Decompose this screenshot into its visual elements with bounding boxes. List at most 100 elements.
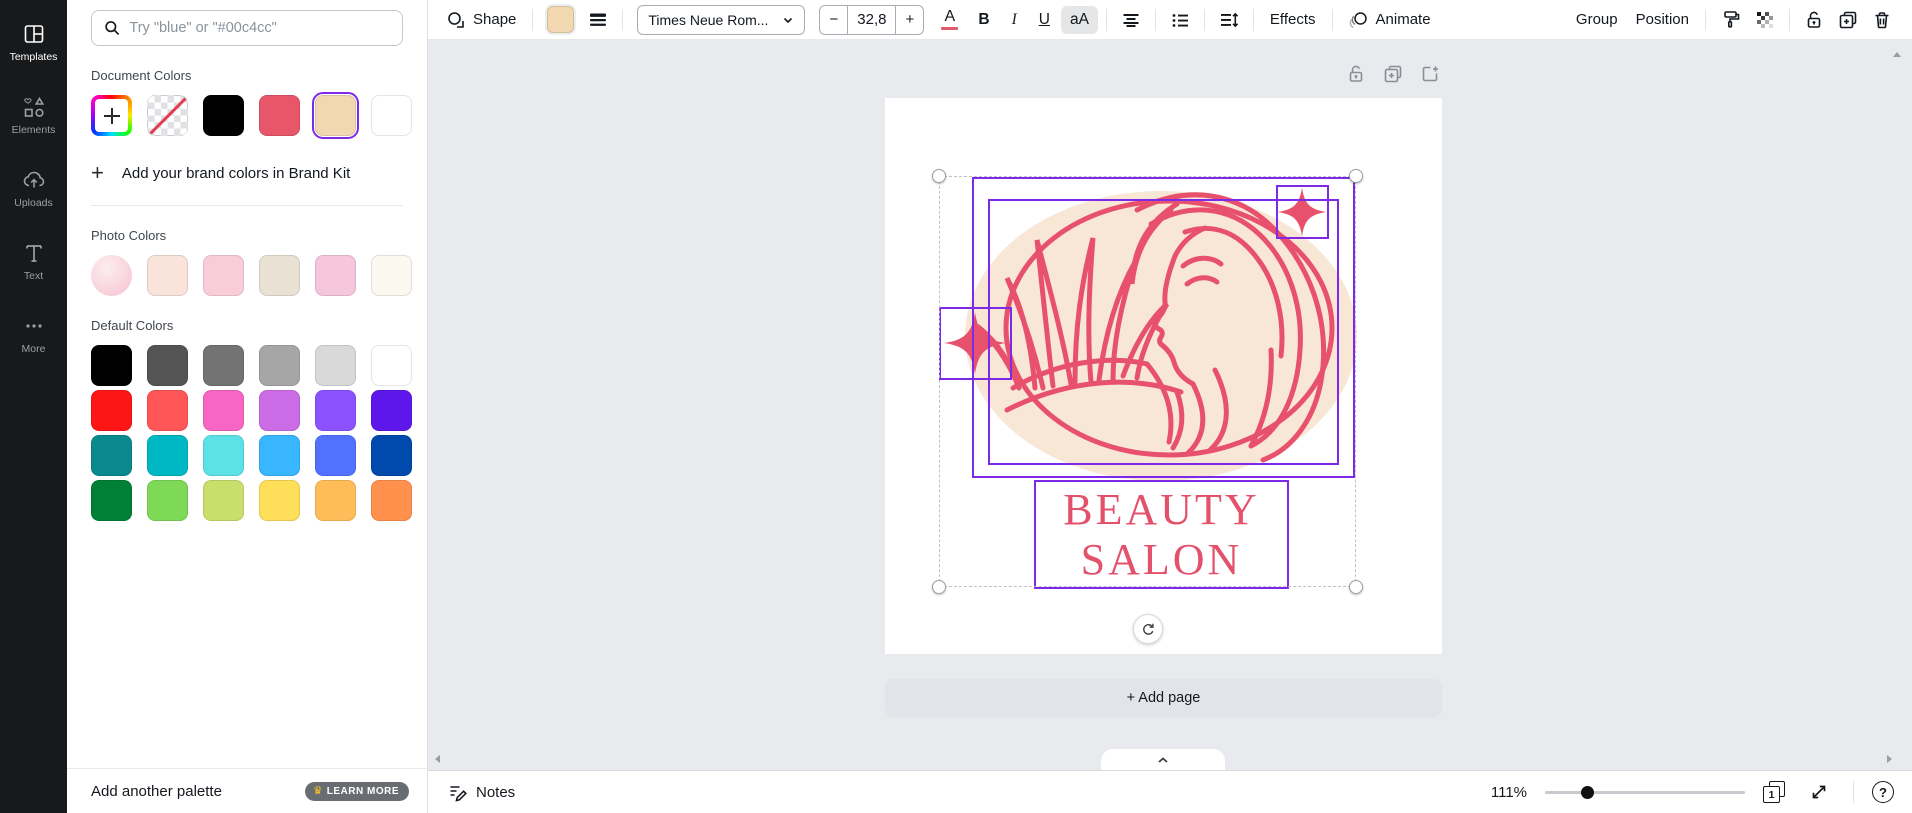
- add-page-button[interactable]: + Add page: [885, 679, 1442, 717]
- text-align-button[interactable]: [1115, 4, 1147, 36]
- resize-handle-bottom-right[interactable]: [1349, 580, 1363, 594]
- color-swatch[interactable]: [91, 435, 132, 476]
- border-style-button[interactable]: [582, 4, 614, 36]
- add-color-button[interactable]: [91, 95, 132, 136]
- color-swatch[interactable]: [259, 255, 300, 296]
- color-swatch[interactable]: [91, 480, 132, 521]
- notes-button[interactable]: Notes: [448, 783, 515, 802]
- lock-page-button[interactable]: [1346, 64, 1366, 84]
- copy-style-button[interactable]: [1714, 3, 1747, 36]
- color-swatch[interactable]: [147, 255, 188, 296]
- color-swatch[interactable]: [147, 345, 188, 386]
- color-swatch[interactable]: [259, 480, 300, 521]
- font-size-increase[interactable]: +: [895, 6, 923, 34]
- sparkle-element-top-right[interactable]: [1276, 186, 1328, 238]
- zoom-slider[interactable]: [1545, 785, 1745, 799]
- canvas-stage[interactable]: BEAUTY SALON + Add page: [428, 40, 1912, 770]
- color-swatch[interactable]: [203, 345, 244, 386]
- italic-button[interactable]: I: [1001, 6, 1028, 34]
- logo-text-element[interactable]: BEAUTY SALON: [1034, 480, 1289, 589]
- font-size-decrease[interactable]: −: [820, 6, 848, 34]
- color-swatch[interactable]: [371, 390, 412, 431]
- color-swatch[interactable]: [315, 480, 356, 521]
- learn-more-badge[interactable]: ♛ LEARN MORE: [305, 782, 409, 801]
- color-swatch[interactable]: [259, 345, 300, 386]
- color-swatch[interactable]: [203, 255, 244, 296]
- color-swatch[interactable]: [315, 390, 356, 431]
- color-swatch[interactable]: [147, 390, 188, 431]
- bold-button[interactable]: B: [969, 6, 998, 34]
- color-swatch[interactable]: [259, 95, 300, 136]
- divider: [532, 9, 533, 31]
- color-swatch[interactable]: [259, 435, 300, 476]
- scroll-left-arrow[interactable]: [433, 754, 441, 764]
- text-case-button[interactable]: aA: [1061, 6, 1098, 34]
- color-swatch[interactable]: [371, 255, 412, 296]
- color-swatch[interactable]: [315, 95, 356, 136]
- color-swatch[interactable]: [315, 345, 356, 386]
- color-swatch[interactable]: [371, 480, 412, 521]
- help-button[interactable]: ?: [1872, 781, 1894, 803]
- shape-button[interactable]: Shape: [438, 4, 524, 36]
- color-swatch[interactable]: [315, 255, 356, 296]
- scroll-right-arrow[interactable]: [1886, 754, 1894, 764]
- divider: [1253, 9, 1254, 31]
- color-swatch[interactable]: [203, 390, 244, 431]
- color-swatch[interactable]: [259, 390, 300, 431]
- scroll-up-arrow[interactable]: [1892, 50, 1902, 58]
- bullet-list-button[interactable]: [1164, 4, 1196, 36]
- add-another-palette[interactable]: Add another palette: [91, 783, 222, 800]
- text-color-button[interactable]: A: [932, 5, 967, 35]
- color-search[interactable]: [91, 10, 403, 46]
- color-swatch[interactable]: [315, 435, 356, 476]
- zoom-slider-thumb[interactable]: [1581, 786, 1594, 799]
- page-indicator[interactable]: 1: [1763, 781, 1785, 803]
- expand-panel-notch[interactable]: [1101, 749, 1225, 770]
- resize-handle-top-left[interactable]: [932, 169, 946, 183]
- rotate-icon: [1141, 622, 1156, 637]
- sidebar-item-uploads[interactable]: Uploads: [0, 152, 67, 225]
- divider: [622, 9, 623, 31]
- color-swatch[interactable]: [147, 435, 188, 476]
- color-swatch[interactable]: [203, 435, 244, 476]
- line-spacing-button[interactable]: [1213, 4, 1245, 36]
- duplicate-button[interactable]: [1832, 4, 1864, 36]
- sidebar-item-text[interactable]: Text: [0, 225, 67, 298]
- color-swatch[interactable]: [203, 480, 244, 521]
- animate-button[interactable]: Animate: [1341, 4, 1439, 36]
- color-swatch[interactable]: [147, 480, 188, 521]
- brand-kit-link[interactable]: + Add your brand colors in Brand Kit: [91, 162, 403, 184]
- shape-icon: [446, 10, 466, 30]
- page-number: 1: [1763, 786, 1780, 803]
- color-swatch[interactable]: [371, 435, 412, 476]
- no-color-swatch[interactable]: [147, 95, 188, 136]
- transparency-button[interactable]: [1749, 4, 1781, 36]
- sparkle-element-left[interactable]: [942, 310, 1008, 376]
- underline-button[interactable]: U: [1030, 6, 1059, 34]
- photo-color-swatch[interactable]: [91, 255, 132, 296]
- fullscreen-button[interactable]: [1803, 776, 1835, 808]
- position-button[interactable]: Position: [1628, 5, 1697, 34]
- sidebar-item-templates[interactable]: Templates: [0, 6, 67, 79]
- color-swatch[interactable]: [371, 95, 412, 136]
- color-swatch[interactable]: [91, 345, 132, 386]
- group-button[interactable]: Group: [1568, 5, 1626, 34]
- font-family-select[interactable]: Times Neue Rom...: [637, 5, 805, 35]
- sidebar-item-label: Uploads: [14, 197, 53, 209]
- delete-button[interactable]: [1866, 4, 1898, 36]
- fill-color-swatch[interactable]: [547, 6, 574, 33]
- resize-handle-top-right[interactable]: [1349, 169, 1363, 183]
- sidebar-item-more[interactable]: More: [0, 298, 67, 371]
- sidebar-item-elements[interactable]: Elements: [0, 79, 67, 152]
- effects-button[interactable]: Effects: [1262, 5, 1324, 34]
- add-page-icon-button[interactable]: [1420, 64, 1440, 84]
- color-swatch[interactable]: [371, 345, 412, 386]
- rotate-handle[interactable]: [1133, 614, 1163, 644]
- color-search-input[interactable]: [129, 20, 390, 36]
- resize-handle-bottom-left[interactable]: [932, 580, 946, 594]
- color-swatch[interactable]: [91, 390, 132, 431]
- lock-button[interactable]: [1798, 4, 1830, 36]
- font-size-value[interactable]: 32,8: [848, 6, 895, 34]
- color-swatch[interactable]: [203, 95, 244, 136]
- duplicate-page-button[interactable]: [1383, 64, 1403, 84]
